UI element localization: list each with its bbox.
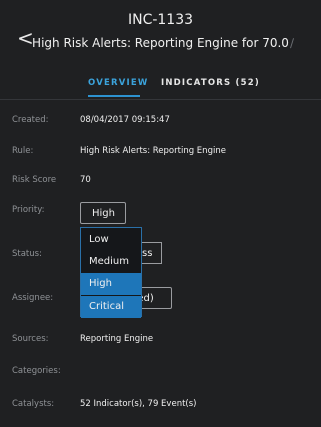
priority-value: High: [92, 208, 115, 219]
incident-title: High Risk Alerts: Reporting Engine for 7…: [32, 36, 289, 50]
sources-row: Sources: Reporting Engine: [0, 332, 321, 352]
pencil-icon[interactable]: ∕: [290, 36, 294, 50]
priority-option-critical[interactable]: Critical: [81, 295, 141, 318]
tab-overview[interactable]: OVERVIEW: [88, 78, 149, 97]
priority-dropdown: Low Medium High Critical: [80, 227, 142, 318]
assignee-label: Assignee:: [12, 293, 54, 303]
priority-option-label: Medium: [89, 256, 129, 267]
sources-label: Sources:: [12, 334, 49, 344]
priority-option-label: High: [89, 278, 112, 289]
priority-row: Priority:: [0, 203, 321, 223]
status-value: ss: [142, 248, 153, 259]
rule-label: Rule:: [12, 146, 34, 156]
categories-label: Categories:: [12, 366, 61, 376]
tab-bar: OVERVIEW INDICATORS (52): [0, 78, 321, 100]
priority-option-label: Critical: [89, 301, 124, 312]
tab-overview-label: OVERVIEW: [88, 78, 149, 88]
incident-header: < INC-1133 High Risk Alerts: Reporting E…: [0, 0, 321, 73]
risk-score-row: Risk Score 70: [0, 173, 321, 193]
priority-option-medium[interactable]: Medium: [81, 251, 141, 273]
risk-score-value: 70: [80, 175, 91, 185]
priority-option-high[interactable]: High: [81, 273, 141, 295]
risk-score-label: Risk Score: [12, 175, 57, 185]
tab-indicators[interactable]: INDICATORS (52): [161, 78, 260, 88]
tab-indicators-label: INDICATORS (52): [161, 78, 260, 88]
active-tab-underline: [88, 95, 140, 97]
categories-row: Categories:: [0, 364, 321, 384]
incident-id: INC-1133: [127, 12, 194, 28]
rule-value: High Risk Alerts: Reporting Engine: [80, 146, 226, 156]
catalysts-label: Catalysts:: [12, 399, 55, 409]
priority-select[interactable]: High: [80, 202, 126, 224]
sources-value: Reporting Engine: [80, 334, 154, 344]
priority-option-low[interactable]: Low: [81, 229, 141, 251]
created-value: 08/04/2017 09:15:47: [80, 115, 170, 125]
created-label: Created:: [12, 115, 49, 125]
priority-option-label: Low: [89, 234, 109, 245]
divider: [0, 99, 321, 100]
catalysts-value: 52 Indicator(s), 79 Event(s): [80, 399, 197, 409]
created-row: Created: 08/04/2017 09:15:47: [0, 113, 321, 133]
catalysts-row: Catalysts: 52 Indicator(s), 79 Event(s): [0, 397, 321, 417]
priority-label: Priority:: [12, 205, 45, 215]
rule-row: Rule: High Risk Alerts: Reporting Engine: [0, 144, 321, 164]
status-label: Status:: [12, 249, 42, 259]
